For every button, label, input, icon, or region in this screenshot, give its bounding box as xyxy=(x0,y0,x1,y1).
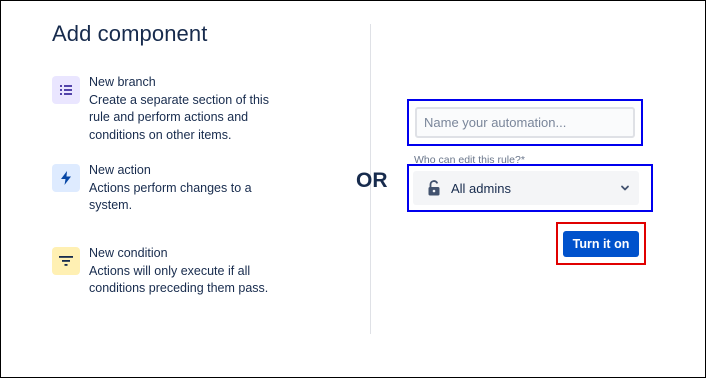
submit-button-highlight: Turn it on xyxy=(556,222,646,265)
automation-name-input[interactable] xyxy=(415,107,635,138)
component-description: Create a separate section of this rule a… xyxy=(89,92,269,142)
permission-select-value: All admins xyxy=(451,180,511,196)
turn-it-on-button[interactable]: Turn it on xyxy=(563,231,639,257)
filter-icon xyxy=(52,247,80,275)
permission-select[interactable]: All admins xyxy=(413,171,639,205)
component-text: New action Actions perform changes to a … xyxy=(89,162,289,215)
lock-icon xyxy=(427,180,441,196)
chevron-down-icon xyxy=(619,182,631,194)
component-name: New branch xyxy=(89,75,156,89)
panel-title: Add component xyxy=(52,21,208,46)
lightning-bolt-icon xyxy=(52,164,80,192)
add-component-dialog: Add component New branch Create a separa… xyxy=(0,0,706,378)
component-text: New condition Actions will only execute … xyxy=(89,245,289,298)
branch-list-icon xyxy=(52,76,80,104)
name-input-highlight xyxy=(407,99,643,146)
component-description: Actions will only execute if all conditi… xyxy=(89,263,269,296)
component-name: New condition xyxy=(89,246,168,260)
component-name: New action xyxy=(89,163,151,177)
component-text: New branch Create a separate section of … xyxy=(89,74,289,144)
component-description: Actions perform changes to a system. xyxy=(89,180,252,213)
component-new-branch[interactable]: New branch Create a separate section of … xyxy=(52,74,292,146)
component-new-condition[interactable]: New condition Actions will only execute … xyxy=(52,245,292,299)
permission-select-highlight: All admins xyxy=(407,164,653,212)
component-new-action[interactable]: New action Actions perform changes to a … xyxy=(52,162,292,216)
or-separator: OR xyxy=(356,169,388,192)
